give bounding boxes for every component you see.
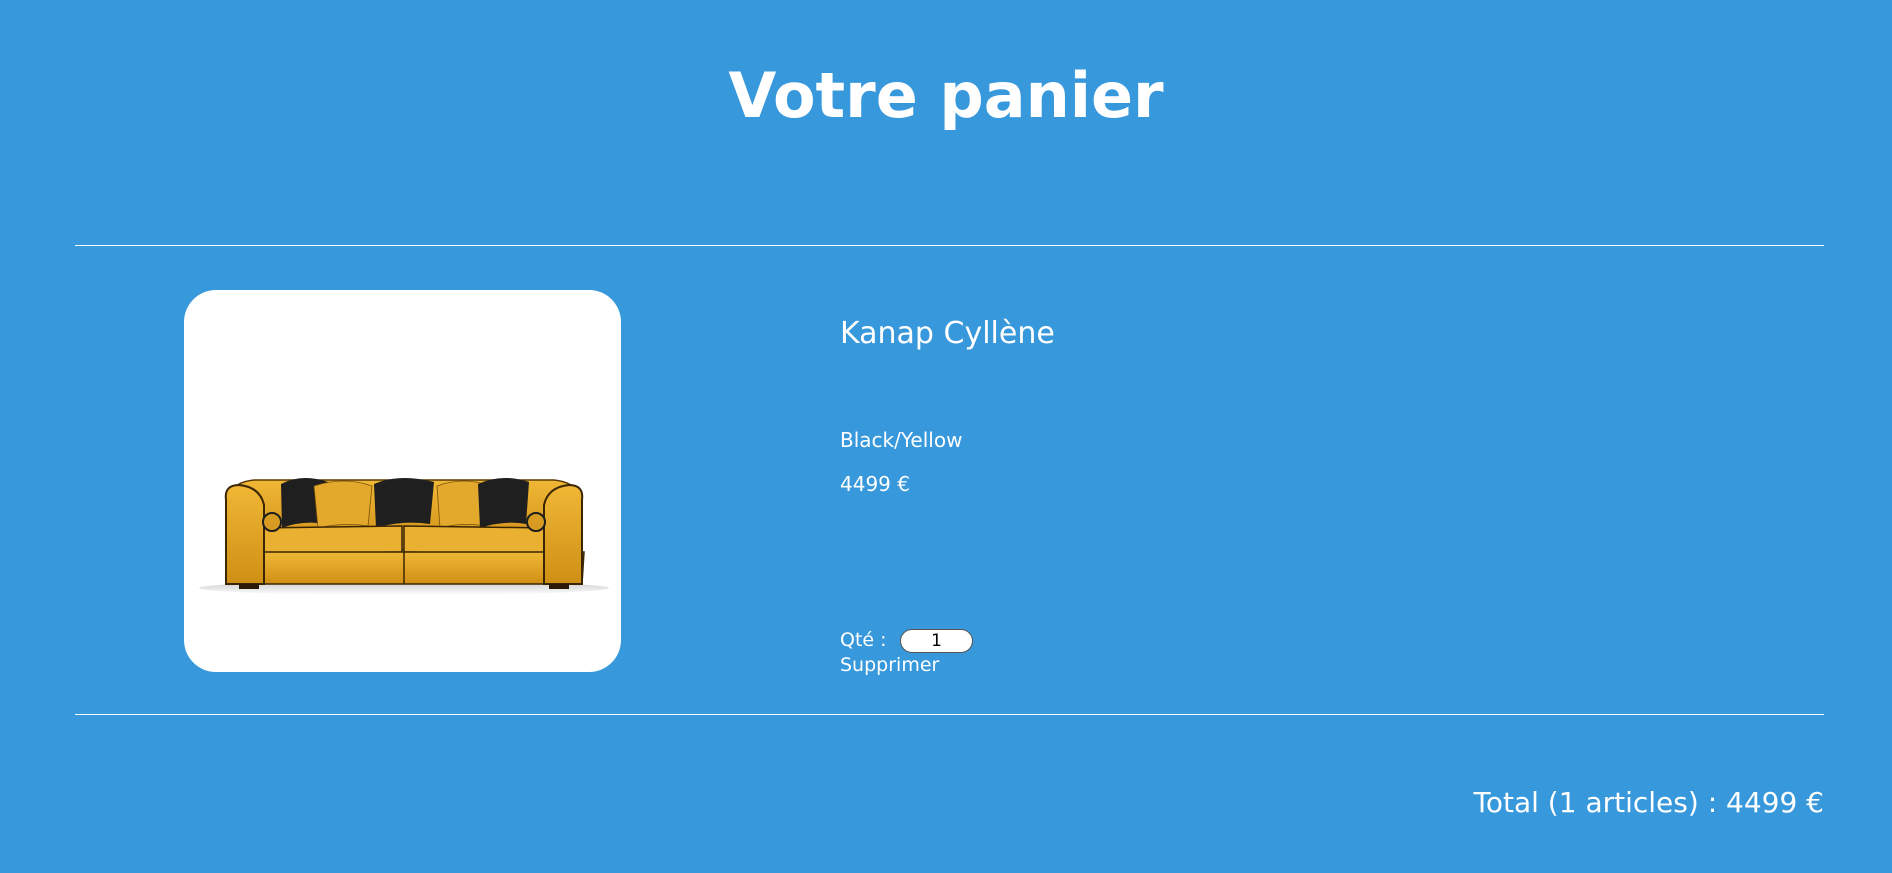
product-name: Kanap Cyllène	[840, 316, 1055, 351]
page-title: Votre panier	[728, 59, 1164, 132]
delete-item-link[interactable]: Supprimer	[840, 652, 939, 678]
top-divider	[75, 245, 1824, 246]
product-color: Black/Yellow	[840, 428, 963, 452]
product-image	[184, 290, 621, 672]
quantity-label: Qté :	[840, 629, 887, 651]
cart-total: Total (1 articles) : 4499 €	[1473, 786, 1824, 819]
quantity-input[interactable]	[900, 629, 973, 653]
sofa-image	[199, 477, 609, 595]
bottom-divider	[75, 714, 1824, 715]
product-price: 4499 €	[840, 472, 910, 496]
cart-page: Votre panier Kanap Cyllène Black/Yellow …	[0, 0, 1892, 873]
